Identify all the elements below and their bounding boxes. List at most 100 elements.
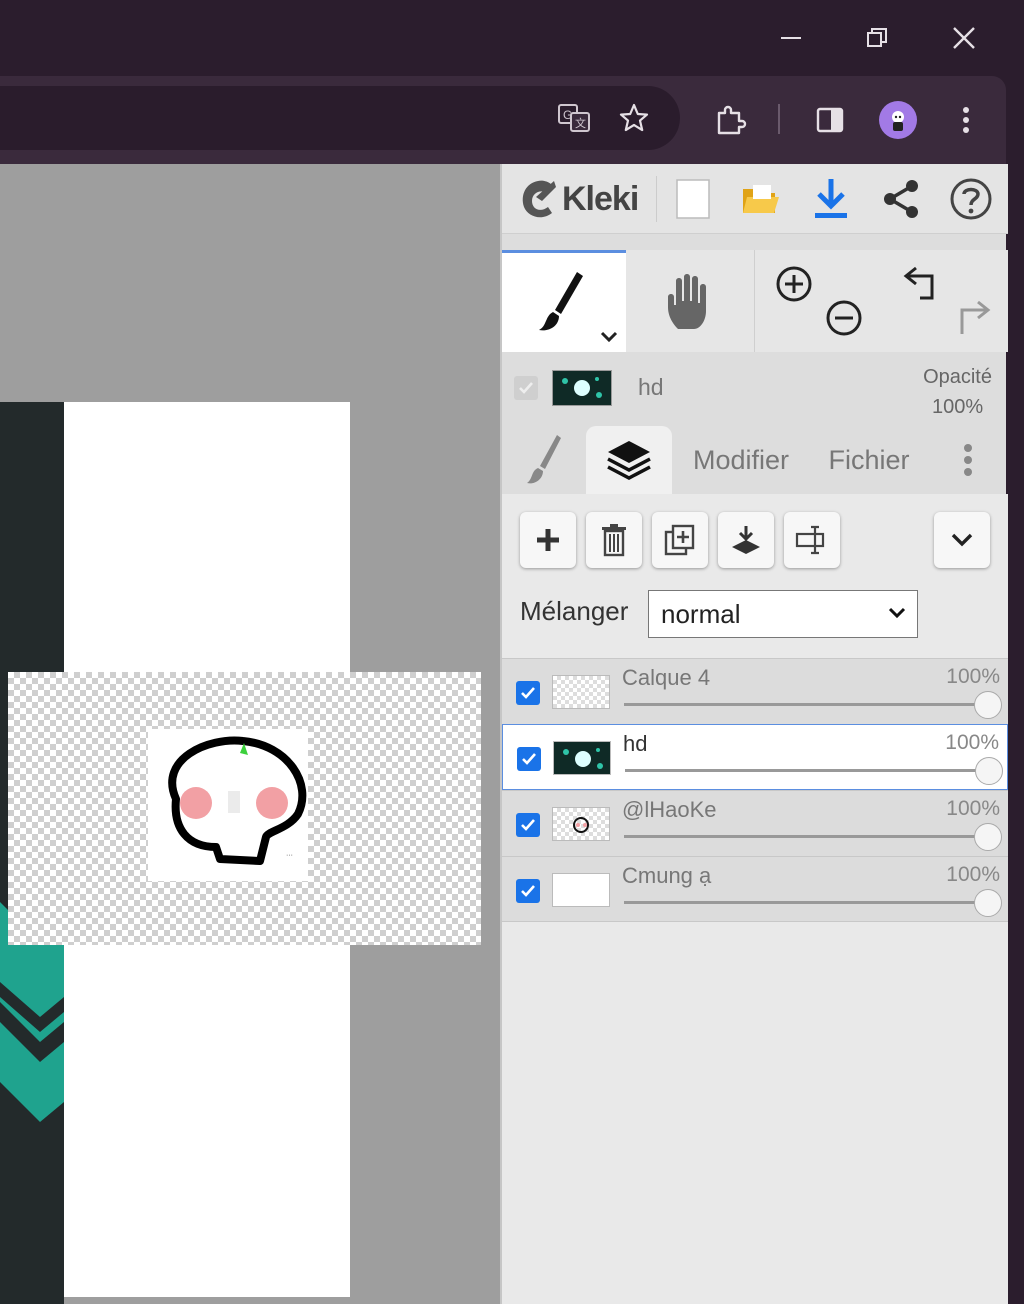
star-icon	[619, 103, 649, 132]
transparent-layer-region: ···	[8, 672, 481, 945]
brush-tool[interactable]	[502, 250, 626, 352]
layer-name: Cmung ạ	[622, 863, 712, 888]
thumbnail-art	[573, 817, 589, 833]
tab-layers[interactable]	[586, 426, 672, 494]
browser-menu-button[interactable]	[944, 98, 988, 142]
new-image-icon	[676, 179, 710, 219]
window-titlebar	[0, 0, 1024, 76]
history-controls	[882, 250, 1008, 352]
redo-icon[interactable]	[952, 298, 992, 338]
thumbnail-art	[563, 748, 603, 769]
layer-opacity-track[interactable]	[624, 901, 986, 904]
undo-icon[interactable]	[902, 264, 942, 304]
layer-thumbnail	[552, 807, 610, 841]
restore-button[interactable]	[853, 14, 901, 62]
layer-opacity-track[interactable]	[625, 769, 987, 772]
layer-thumbnail	[553, 741, 611, 775]
layer-thumbnail	[552, 873, 610, 907]
kleki-header: Kleki	[502, 164, 1008, 234]
current-layer-visibility-checkbox[interactable]	[514, 376, 538, 400]
layer-row[interactable]: Cmung ạ 100%	[502, 856, 1008, 922]
screen: G文 ··· Kleki hd Opacité 100% Modifier Fi…	[0, 0, 1024, 1304]
drawing-canvas[interactable]: ···	[0, 164, 500, 1304]
tool-row	[502, 250, 1008, 352]
restore-icon	[867, 28, 887, 47]
layer-opacity-track[interactable]	[624, 835, 986, 838]
layer-opacity-slider[interactable]	[974, 889, 1002, 917]
window-edge	[1006, 76, 1024, 1304]
blend-mode-select[interactable]: normal	[648, 590, 918, 638]
layer-opacity-slider[interactable]	[974, 823, 1002, 851]
svg-text:···: ···	[286, 852, 293, 859]
layer-row-selected[interactable]: hd 100%	[502, 724, 1008, 790]
tool-separator	[754, 250, 755, 352]
layer-visibility-checkbox[interactable]	[516, 681, 540, 705]
layer-row[interactable]: @lHaoKe 100%	[502, 790, 1008, 856]
layers-icon	[607, 441, 651, 480]
tab-modifier[interactable]: Modifier	[680, 426, 802, 494]
open-folder-icon	[743, 185, 779, 213]
duplicate-layer-icon	[664, 524, 695, 556]
add-layer-button[interactable]	[520, 512, 576, 568]
translate-icon: G文	[558, 104, 590, 132]
share-button[interactable]	[874, 174, 928, 224]
check-icon	[521, 687, 535, 699]
app-name: Kleki	[562, 179, 639, 218]
layer-thumbnail	[552, 675, 610, 709]
minimize-button[interactable]	[767, 14, 815, 62]
rename-layer-button[interactable]	[784, 512, 840, 568]
browser-toolbar: G文	[0, 76, 1006, 164]
help-button[interactable]	[944, 174, 998, 224]
check-icon	[522, 753, 536, 765]
zoom-out-icon[interactable]	[824, 298, 864, 338]
delete-layer-button[interactable]	[586, 512, 642, 568]
opacity-readout[interactable]: Opacité 100%	[923, 362, 992, 422]
layer-visibility-checkbox[interactable]	[516, 813, 540, 837]
tab-more[interactable]	[946, 426, 990, 494]
header-separator	[656, 176, 657, 222]
layer-row[interactable]: Calque 4 100%	[502, 658, 1008, 724]
svg-text:文: 文	[575, 116, 586, 130]
kleki-logo[interactable]: Kleki	[518, 174, 639, 224]
chevron-down-icon	[600, 331, 618, 343]
translate-button[interactable]: G文	[552, 96, 596, 140]
menu-icon	[963, 107, 969, 133]
address-bar[interactable]: G文	[0, 86, 680, 150]
download-icon	[815, 179, 847, 218]
more-vertical-icon	[964, 444, 972, 476]
minimize-icon	[781, 37, 801, 39]
close-icon	[953, 27, 975, 49]
help-icon	[950, 178, 992, 220]
bookmark-button[interactable]	[612, 96, 656, 140]
layer-opacity-track[interactable]	[624, 703, 986, 706]
layer-opacity: 100%	[945, 731, 999, 754]
download-button[interactable]	[804, 174, 858, 224]
zoom-in-icon[interactable]	[774, 264, 814, 304]
current-layer-name: hd	[638, 374, 664, 400]
avatar	[879, 101, 917, 139]
tab-brush[interactable]	[506, 426, 584, 494]
zoom-controls	[758, 250, 878, 352]
hand-tool[interactable]	[628, 250, 754, 352]
layer-visibility-checkbox[interactable]	[516, 879, 540, 903]
hand-icon	[668, 274, 706, 329]
close-window-button[interactable]	[940, 14, 988, 62]
duplicate-layer-button[interactable]	[652, 512, 708, 568]
layer-options-dropdown-button[interactable]	[934, 512, 990, 568]
layer-opacity: 100%	[946, 797, 1000, 820]
new-image-button[interactable]	[666, 174, 720, 224]
tab-fichier[interactable]: Fichier	[814, 426, 924, 494]
kleki-panel: Kleki hd Opacité 100% Modifier Fichier M…	[500, 164, 1008, 1304]
rename-layer-icon	[795, 525, 825, 555]
layer-visibility-checkbox[interactable]	[517, 747, 541, 771]
thumbnail-art	[562, 377, 602, 398]
cute-face-drawing: ···	[168, 736, 307, 865]
extensions-button[interactable]	[708, 98, 752, 142]
brush-icon	[539, 271, 583, 330]
layer-opacity-slider[interactable]	[974, 691, 1002, 719]
merge-down-button[interactable]	[718, 512, 774, 568]
side-panel-button[interactable]	[808, 98, 852, 142]
open-file-button[interactable]	[734, 174, 788, 224]
profile-button[interactable]	[876, 98, 920, 142]
layer-opacity-slider[interactable]	[975, 757, 1003, 785]
